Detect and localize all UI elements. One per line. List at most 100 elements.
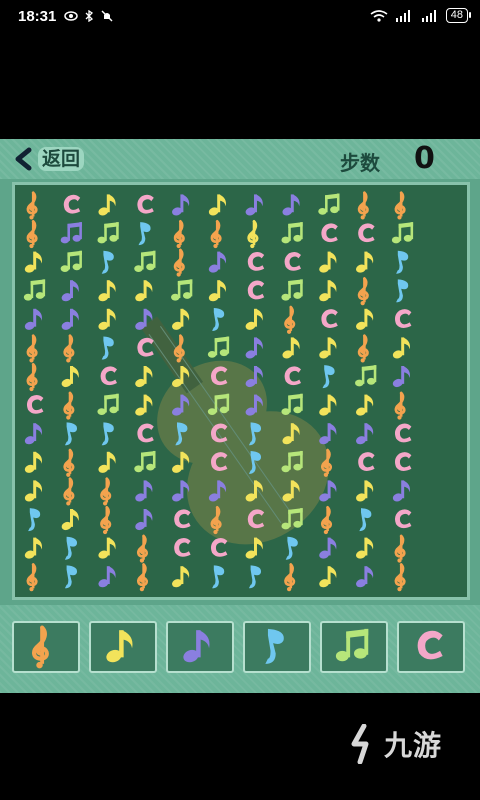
- board-tile[interactable]: [281, 450, 303, 473]
- board-tile[interactable]: [171, 394, 190, 417]
- board-tile[interactable]: [173, 219, 185, 249]
- picker-yellow-eighth-note-button[interactable]: [89, 621, 157, 673]
- board-tile[interactable]: [134, 450, 156, 473]
- board-tile[interactable]: [210, 537, 228, 557]
- back-button[interactable]: 返回: [12, 145, 85, 173]
- board-tile[interactable]: [248, 565, 262, 589]
- board-tile[interactable]: [26, 219, 38, 249]
- board-tile[interactable]: [358, 452, 375, 471]
- board-tile[interactable]: [318, 337, 337, 359]
- board-tile[interactable]: [138, 222, 151, 246]
- board-tile[interactable]: [210, 505, 222, 535]
- board-tile[interactable]: [394, 423, 412, 443]
- board-tile[interactable]: [248, 422, 262, 446]
- board-tile[interactable]: [244, 366, 263, 388]
- board-tile[interactable]: [244, 480, 263, 502]
- board-tile[interactable]: [101, 336, 114, 360]
- board-tile[interactable]: [355, 480, 374, 502]
- board-tile[interactable]: [247, 251, 265, 271]
- board-tile[interactable]: [134, 509, 153, 531]
- board-tile[interactable]: [318, 251, 337, 274]
- board-tile[interactable]: [171, 566, 190, 588]
- board-tile[interactable]: [100, 366, 117, 386]
- board-tile[interactable]: [28, 508, 41, 532]
- board-tile[interactable]: [97, 280, 116, 302]
- board-tile[interactable]: [171, 480, 190, 502]
- board-tile[interactable]: [394, 509, 412, 529]
- board-tile[interactable]: [23, 279, 46, 301]
- board-tile[interactable]: [355, 423, 374, 445]
- board-tile[interactable]: [321, 309, 338, 328]
- board-tile[interactable]: [212, 307, 225, 331]
- board-tile[interactable]: [137, 563, 149, 592]
- board-tile[interactable]: [281, 423, 300, 445]
- board-tile[interactable]: [394, 452, 412, 471]
- board-tile[interactable]: [281, 194, 300, 216]
- board-tile[interactable]: [355, 394, 374, 417]
- board-tile[interactable]: [63, 391, 75, 420]
- board-tile[interactable]: [100, 505, 112, 535]
- board-tile[interactable]: [174, 509, 191, 529]
- board-tile[interactable]: [284, 251, 301, 271]
- board-tile[interactable]: [394, 191, 406, 220]
- board-tile[interactable]: [357, 334, 369, 363]
- board-tile[interactable]: [210, 366, 228, 386]
- board-tile[interactable]: [247, 219, 259, 249]
- board-tile[interactable]: [284, 366, 301, 386]
- board-tile[interactable]: [281, 279, 303, 301]
- board-tile[interactable]: [244, 308, 263, 331]
- board-tile[interactable]: [175, 422, 188, 446]
- board-tile[interactable]: [321, 505, 333, 535]
- game-board[interactable]: [12, 182, 470, 600]
- board-tile[interactable]: [26, 191, 38, 220]
- board-tile[interactable]: [137, 534, 149, 563]
- board-tile[interactable]: [60, 222, 82, 244]
- board-tile[interactable]: [137, 337, 154, 357]
- board-tile[interactable]: [208, 194, 226, 216]
- board-tile[interactable]: [171, 308, 190, 331]
- board-tile[interactable]: [247, 280, 265, 300]
- board-tile[interactable]: [244, 194, 263, 216]
- board-tile[interactable]: [134, 394, 153, 417]
- board-tile[interactable]: [171, 366, 190, 388]
- board-tile[interactable]: [97, 566, 116, 588]
- board-tile[interactable]: [355, 251, 374, 274]
- board-tile[interactable]: [173, 248, 185, 277]
- board-tile[interactable]: [394, 534, 406, 563]
- board-tile[interactable]: [137, 194, 154, 214]
- picker-pink-c-symbol-button[interactable]: [397, 621, 465, 673]
- board-tile[interactable]: [210, 452, 228, 471]
- board-tile[interactable]: [171, 451, 190, 474]
- board-tile[interactable]: [318, 480, 337, 502]
- board-tile[interactable]: [318, 566, 337, 588]
- board-tile[interactable]: [281, 337, 300, 359]
- board-tile[interactable]: [355, 365, 377, 387]
- board-tile[interactable]: [60, 280, 79, 302]
- board-tile[interactable]: [208, 251, 226, 274]
- board-tile[interactable]: [134, 480, 153, 502]
- board-tile[interactable]: [173, 334, 185, 363]
- board-tile[interactable]: [26, 334, 38, 363]
- board-tile[interactable]: [210, 219, 222, 249]
- board-tile[interactable]: [97, 222, 119, 244]
- board-tile[interactable]: [321, 448, 333, 477]
- board-tile[interactable]: [396, 250, 409, 274]
- board-tile[interactable]: [26, 362, 38, 392]
- board-tile[interactable]: [322, 365, 335, 389]
- board-tile[interactable]: [355, 566, 374, 588]
- board-tile[interactable]: [284, 305, 296, 334]
- board-tile[interactable]: [26, 394, 44, 414]
- board-tile[interactable]: [394, 309, 412, 328]
- picker-purple-eighth-note-button[interactable]: [166, 621, 234, 673]
- board-tile[interactable]: [359, 508, 372, 532]
- board-tile[interactable]: [134, 250, 156, 272]
- board-tile[interactable]: [391, 222, 414, 244]
- board-tile[interactable]: [284, 563, 296, 592]
- board-tile[interactable]: [247, 509, 265, 529]
- board-tile[interactable]: [101, 422, 114, 446]
- board-tile[interactable]: [60, 308, 79, 331]
- board-tile[interactable]: [357, 277, 369, 306]
- board-tile[interactable]: [392, 480, 410, 502]
- board-tile[interactable]: [208, 280, 226, 302]
- board-tile[interactable]: [60, 250, 82, 272]
